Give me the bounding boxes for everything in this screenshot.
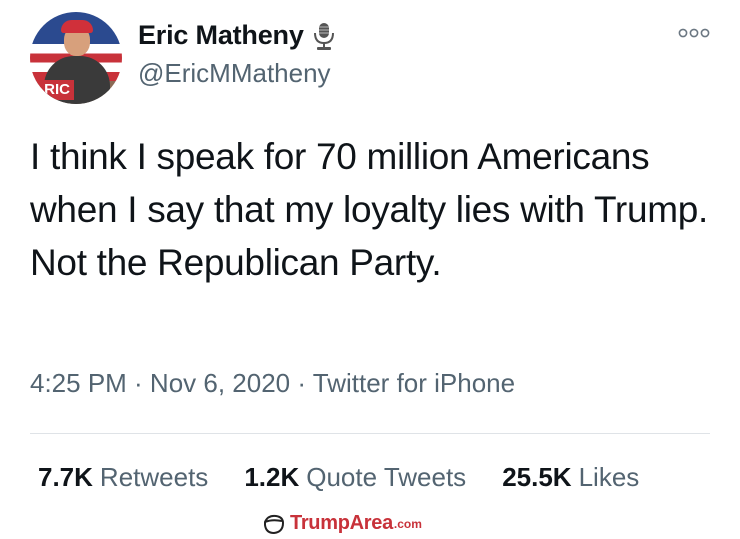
watermark-domain: .com — [393, 516, 422, 531]
stat-value: 25.5K — [502, 462, 572, 492]
watermark-brand-area: Area — [349, 512, 394, 534]
stat-value: 7.7K — [38, 462, 93, 492]
tweet-text: I think I speak for 70 million Americans… — [30, 136, 709, 283]
stat-label: Retweets — [99, 462, 209, 492]
watermark-brand-trump: Trump — [290, 512, 350, 534]
avatar-figure-cap — [61, 20, 93, 33]
author-name-row[interactable]: Eric Matheny — [138, 20, 338, 51]
stat-label: Quote Tweets — [306, 462, 467, 492]
stat-retweets[interactable]: 7.7K Retweets — [38, 462, 208, 493]
tweet-timestamp-source[interactable]: 4:25 PM · Nov 6, 2020 · Twitter for iPho… — [30, 368, 515, 399]
stat-likes[interactable]: 25.5K Likes — [502, 462, 639, 493]
stat-quote-tweets[interactable]: 1.2K Quote Tweets — [244, 462, 466, 493]
stat-label: Likes — [578, 462, 640, 492]
engagement-stats: 7.7K Retweets 1.2K Quote Tweets 25.5K Likes — [38, 462, 675, 493]
avatar-label: RIC — [30, 80, 74, 100]
watermark-logo: Trump Area .com — [262, 512, 422, 535]
avatar[interactable]: RIC — [30, 12, 122, 104]
more-options-icon[interactable] — [678, 26, 710, 40]
stat-value: 1.2K — [244, 462, 300, 492]
microphone-icon — [313, 22, 334, 50]
trump-hair-icon — [264, 514, 285, 534]
author-handle[interactable]: @EricMMatheny — [138, 58, 331, 89]
author-name[interactable]: Eric Matheny — [138, 20, 304, 51]
divider — [30, 433, 710, 434]
